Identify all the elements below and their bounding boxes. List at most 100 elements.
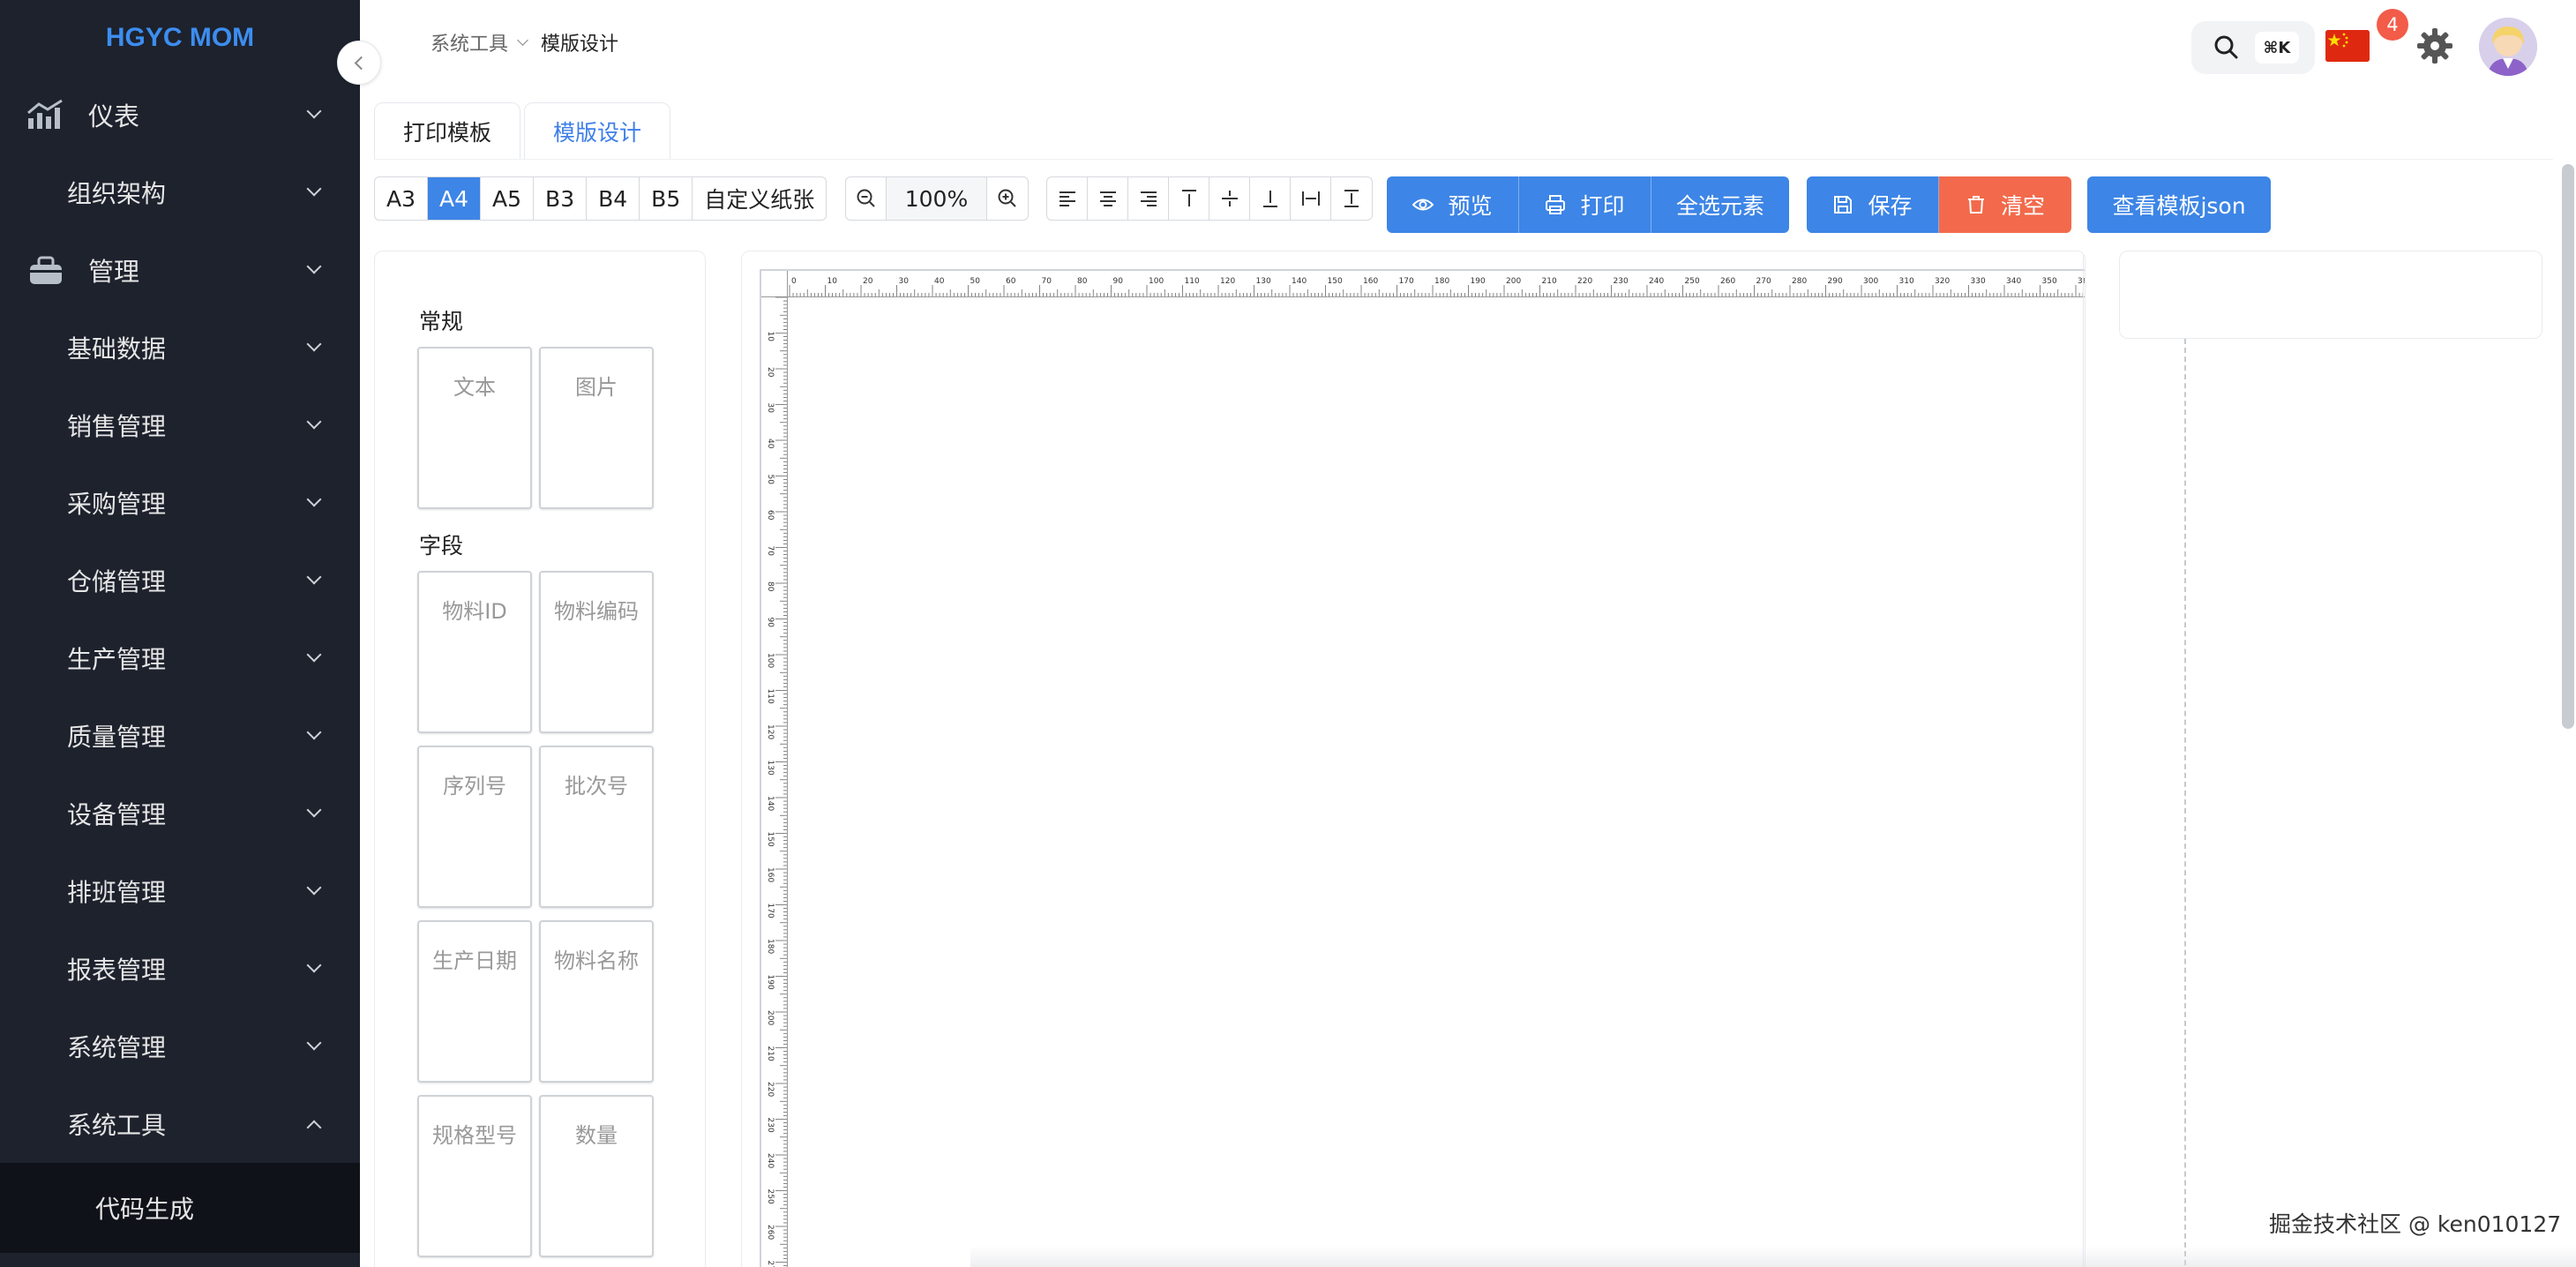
notification-badge[interactable]: 4 [2377, 9, 2408, 41]
ruler-left-label: 160 [766, 867, 775, 882]
field-batch-number[interactable]: 批次号 [539, 746, 654, 908]
field-serial-number[interactable]: 序列号 [417, 746, 532, 908]
trash-icon [1967, 196, 1984, 214]
sidebar-item-label: 仓储管理 [67, 567, 167, 596]
bag-icon [30, 256, 62, 284]
shortcut-hint: ⌘K [2255, 32, 2299, 64]
field-material-code[interactable]: 物料编码 [539, 571, 654, 733]
sidebar-item-shift[interactable]: 排班管理 [0, 852, 360, 930]
align-left-button[interactable] [1047, 177, 1088, 220]
align-right-button[interactable] [1128, 177, 1169, 220]
ruler-top-label: 160 [1363, 277, 1378, 286]
ruler-top-label: 210 [1542, 277, 1557, 286]
ruler-top-label: 340 [2006, 277, 2021, 286]
save-button[interactable]: 保存 [1807, 176, 1939, 233]
ruler-top-label: 110 [1185, 277, 1200, 286]
field-quantity[interactable]: 数量 [539, 1095, 654, 1257]
ruler-top-label: 200 [1506, 277, 1521, 286]
paper-b5-button[interactable]: B5 [640, 177, 693, 220]
properties-panel [2119, 251, 2542, 339]
page-scrollbar[interactable] [2562, 164, 2574, 729]
distribute-vertical-button[interactable] [1331, 177, 1372, 220]
ruler-top-label: 0 [791, 277, 797, 286]
sidebar-item-label: 质量管理 [67, 723, 167, 752]
sidebar-item-system-tools[interactable]: 系统工具 [0, 1085, 360, 1163]
field-material-name[interactable]: 物料名称 [539, 920, 654, 1083]
sidebar-item-reports[interactable]: 报表管理 [0, 930, 360, 1008]
zoom-out-button[interactable] [846, 177, 887, 220]
align-top-button[interactable] [1169, 177, 1209, 220]
paper-a5-button[interactable]: A5 [481, 177, 535, 220]
ruler-left-label: 170 [766, 903, 775, 918]
sidebar-item-equipment[interactable]: 设备管理 [0, 775, 360, 852]
breadcrumb-parent[interactable]: 系统工具 [431, 28, 508, 56]
paper-custom-button[interactable]: 自定义纸张 [693, 177, 826, 220]
element-text[interactable]: 文本 [417, 347, 532, 509]
sidebar-item-production[interactable]: 生产管理 [0, 619, 360, 697]
distribute-horizontal-button[interactable] [1291, 177, 1331, 220]
paper-a4-button[interactable]: A4 [428, 177, 482, 220]
sidebar-item-warehouse[interactable]: 仓储管理 [0, 542, 360, 619]
avatar[interactable] [2479, 18, 2537, 76]
ruler-top-label: 170 [1399, 277, 1414, 286]
chevron-down-icon [306, 103, 322, 119]
view-template-json-button[interactable]: 查看模板json [2087, 176, 2271, 233]
sidebar-item-purchase[interactable]: 采购管理 [0, 464, 360, 542]
chevron-down-icon [306, 336, 322, 352]
sidebar-item-dashboard[interactable]: 仪表 [0, 76, 360, 154]
paper-a3-button[interactable]: A3 [375, 177, 429, 220]
ruler-left-label: 90 [766, 618, 775, 628]
sidebar-collapse-button[interactable] [337, 41, 381, 85]
sidebar-item-label: 排班管理 [67, 878, 167, 907]
sidebar-item-system[interactable]: 系统管理 [0, 1008, 360, 1085]
sidebar-subitem-codegen[interactable]: 代码生成 [0, 1163, 360, 1253]
ruler-top-label: 130 [1256, 277, 1271, 286]
align-bottom-button[interactable] [1250, 177, 1291, 220]
distribute-vertical-icon [1344, 190, 1359, 207]
field-production-date[interactable]: 生产日期 [417, 920, 532, 1083]
breadcrumb: 系统工具 模版设计 [431, 28, 618, 56]
ruler-left-label: 60 [766, 510, 775, 521]
select-all-button[interactable]: 全选元素 [1651, 176, 1789, 233]
ruler-left-label: 70 [766, 546, 775, 557]
tab-template-design[interactable]: 模版设计 [524, 102, 671, 159]
field-spec-model[interactable]: 规格型号 [417, 1095, 532, 1257]
align-middle-button[interactable] [1209, 177, 1250, 220]
ruler-top-label: 10 [827, 277, 838, 286]
eye-icon [1412, 199, 1434, 211]
ruler-top-label: 100 [1149, 277, 1164, 286]
print-button[interactable]: 打印 [1519, 176, 1651, 233]
sidebar-item-sales[interactable]: 销售管理 [0, 386, 360, 464]
sidebar-item-management[interactable]: 管理 [0, 231, 360, 309]
ruler-top-label: 280 [1792, 277, 1807, 286]
cn-flag-icon[interactable] [2325, 30, 2370, 62]
chevron-down-icon [306, 181, 322, 197]
search-button[interactable]: ⌘K [2191, 21, 2315, 74]
sidebar-item-basic-data[interactable]: 基础数据 [0, 309, 360, 386]
align-top-icon [1181, 190, 1196, 206]
ruler-top-label: 230 [1614, 277, 1629, 286]
chevron-down-icon [306, 491, 322, 507]
element-image[interactable]: 图片 [539, 347, 654, 509]
zoom-in-button[interactable] [987, 177, 1028, 220]
ruler-left-label: 10 [766, 332, 775, 342]
clear-button[interactable]: 清空 [1939, 176, 2071, 233]
paper-b3-button[interactable]: B3 [534, 177, 588, 220]
field-material-id[interactable]: 物料ID [417, 571, 532, 733]
sidebar-item-label: 系统管理 [67, 1033, 167, 1062]
zoom-level: 100% [887, 177, 987, 220]
sidebar-item-org[interactable]: 组织架构 [0, 154, 360, 231]
paper-size-group: A3 A4 A5 B3 B4 B5 自定义纸张 [374, 176, 827, 221]
gear-icon[interactable] [2415, 26, 2454, 65]
paper-a4[interactable]: 0 10 20 30 40 50 60 70 80 90 100 110 120 130 140 150 160… [760, 269, 2085, 1267]
design-canvas[interactable]: 0 10 20 30 40 50 60 70 80 90 100 110 120 130 140 150 160… [741, 251, 2086, 1267]
tab-print-templates[interactable]: 打印模板 [374, 102, 521, 159]
app-logo[interactable]: HGYC MOM [0, 0, 360, 76]
sidebar-item-quality[interactable]: 质量管理 [0, 697, 360, 775]
paper-b4-button[interactable]: B4 [587, 177, 640, 220]
ruler-top-label: 30 [899, 277, 910, 286]
align-center-button[interactable] [1088, 177, 1128, 220]
ruler-left-label: 220 [766, 1082, 775, 1097]
chevron-down-icon [306, 259, 322, 274]
preview-button[interactable]: 预览 [1387, 176, 1519, 233]
